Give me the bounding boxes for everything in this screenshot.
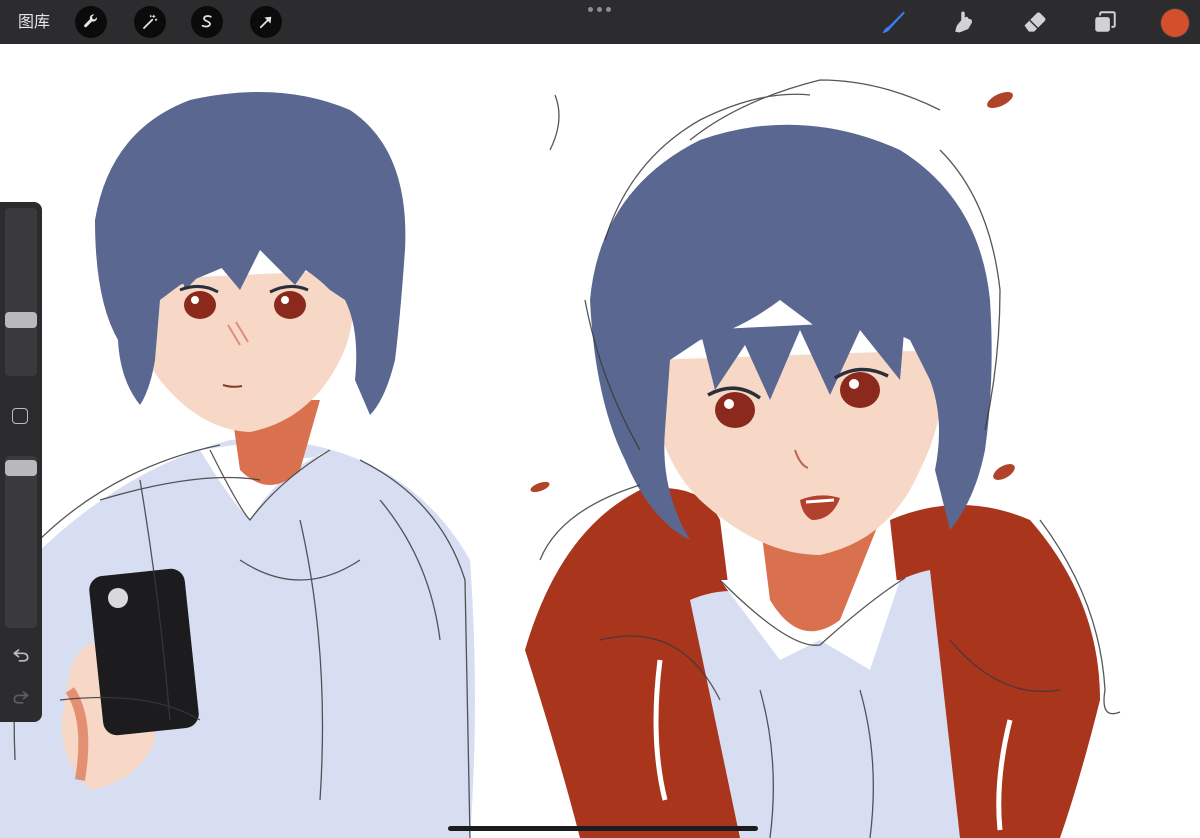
top-toolbar: 图库 bbox=[0, 0, 1200, 44]
dot-icon bbox=[597, 7, 602, 12]
smudge-icon bbox=[955, 11, 973, 33]
brush-tool-button[interactable] bbox=[878, 6, 910, 38]
wrench-icon bbox=[84, 14, 97, 28]
eraser-tool-button[interactable] bbox=[1019, 6, 1051, 38]
brush-size-slider[interactable] bbox=[5, 208, 37, 376]
actions-button[interactable] bbox=[75, 6, 107, 38]
selection-icon bbox=[201, 15, 212, 28]
magic-wand-icon bbox=[143, 14, 158, 29]
transform-arrow-icon bbox=[259, 16, 272, 29]
left-sidebar bbox=[0, 202, 42, 722]
layers-button[interactable] bbox=[1089, 6, 1121, 38]
more-options-handle[interactable] bbox=[588, 7, 611, 12]
redo-button[interactable] bbox=[8, 686, 34, 708]
opacity-slider[interactable] bbox=[5, 456, 37, 628]
eraser-icon bbox=[1024, 12, 1046, 32]
selection-button[interactable] bbox=[191, 6, 223, 38]
layers-icon bbox=[1095, 11, 1116, 32]
dot-icon bbox=[606, 7, 611, 12]
undo-button[interactable] bbox=[8, 644, 34, 666]
modify-button-icon[interactable] bbox=[12, 408, 28, 424]
undo-icon bbox=[13, 649, 29, 662]
gallery-button[interactable]: 图库 bbox=[18, 11, 50, 33]
dot-icon bbox=[588, 7, 593, 12]
opacity-thumb[interactable] bbox=[5, 460, 37, 476]
color-picker-button[interactable] bbox=[1161, 9, 1189, 37]
brush-icon bbox=[882, 11, 905, 34]
brush-size-thumb[interactable] bbox=[5, 312, 37, 328]
transform-button[interactable] bbox=[250, 6, 282, 38]
smudge-tool-button[interactable] bbox=[947, 6, 979, 38]
drawing-canvas[interactable] bbox=[0, 44, 1200, 838]
adjustments-button[interactable] bbox=[134, 6, 166, 38]
home-indicator bbox=[448, 826, 758, 831]
artwork bbox=[0, 79, 1121, 838]
redo-icon bbox=[13, 691, 29, 704]
